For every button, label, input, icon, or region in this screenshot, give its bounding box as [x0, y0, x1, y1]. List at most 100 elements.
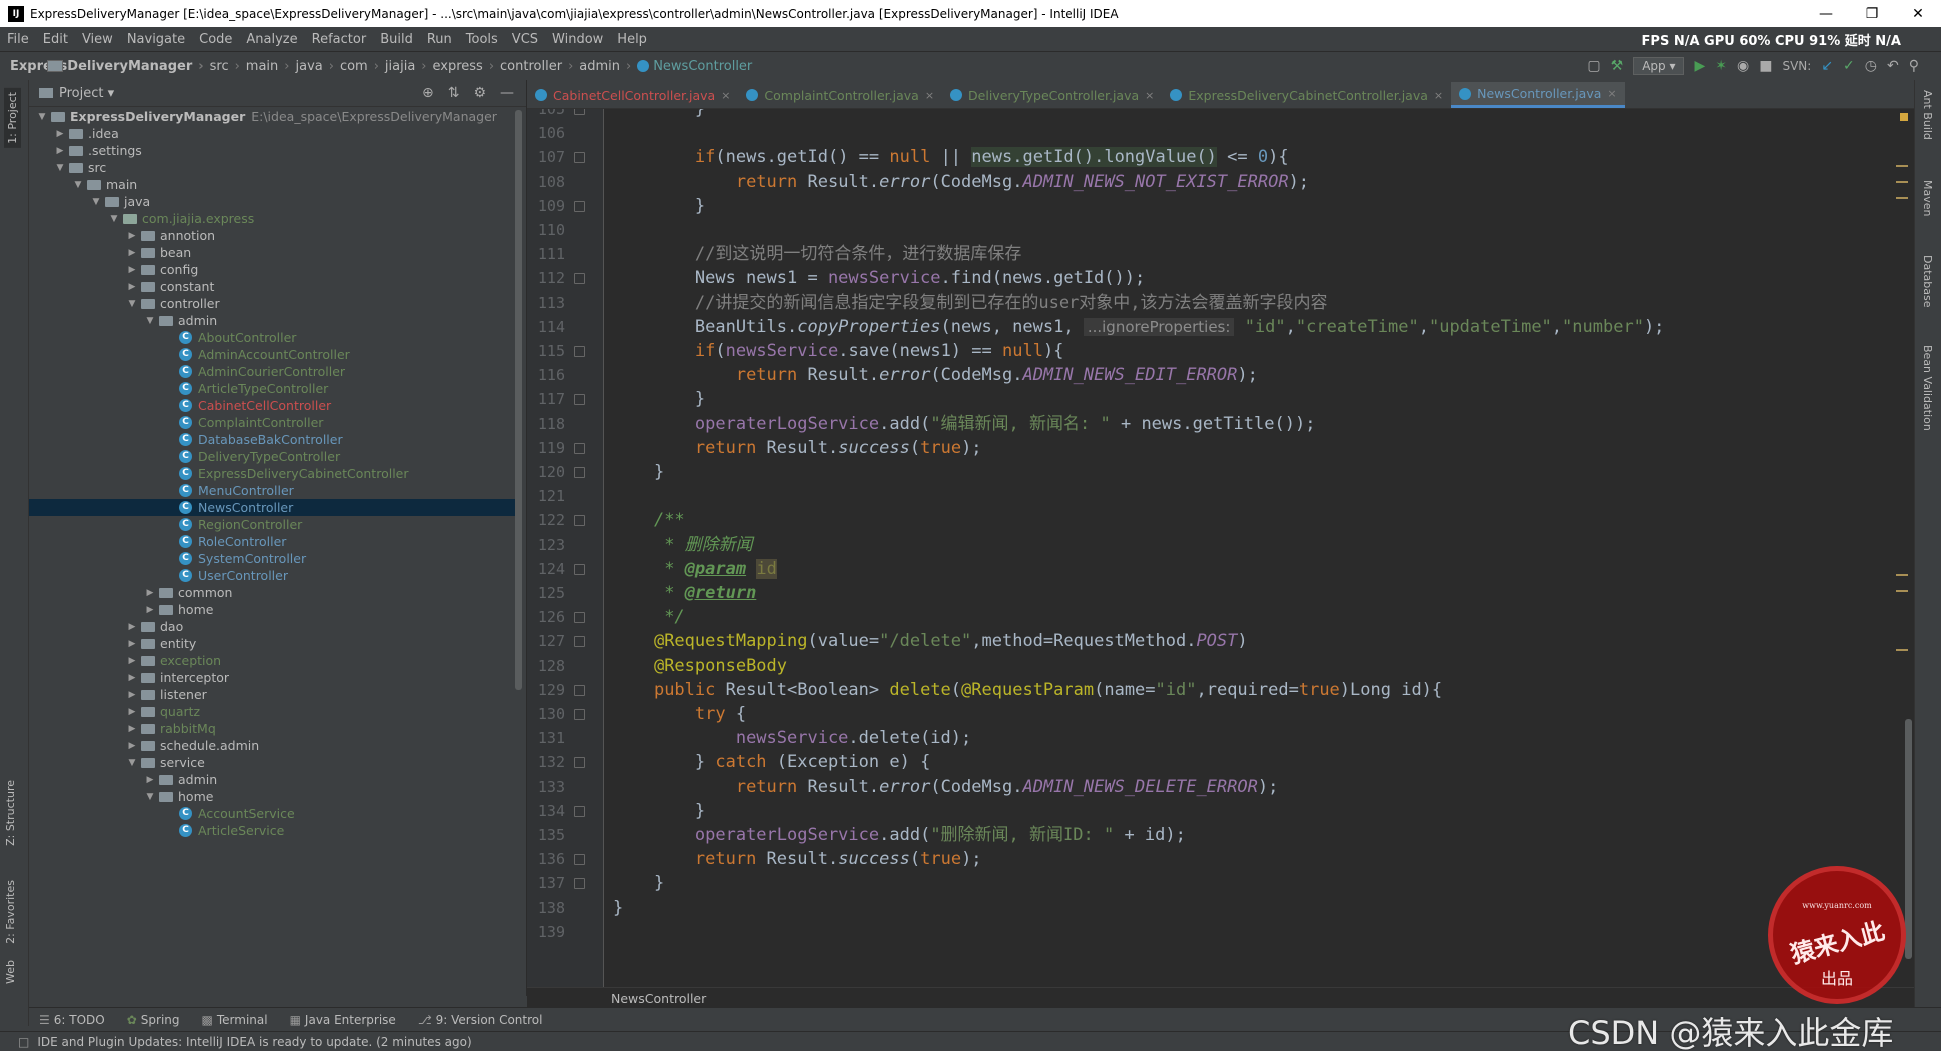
web-tool-tab[interactable]: Web: [4, 960, 17, 984]
run-config-select[interactable]: App ▾: [1633, 57, 1685, 75]
code-line[interactable]: /**: [613, 508, 685, 532]
expanded-arrow-icon[interactable]: ▼: [125, 299, 139, 309]
tree-class-item[interactable]: C DatabaseBakController: [29, 431, 516, 448]
expanded-arrow-icon[interactable]: ▼: [143, 792, 157, 802]
maven-tab[interactable]: Maven: [1921, 180, 1934, 216]
expanded-arrow-icon[interactable]: ▼: [89, 197, 103, 207]
coverage-icon[interactable]: ◉: [1737, 58, 1749, 74]
fold-marker-icon[interactable]: [574, 854, 585, 866]
crumb-src[interactable]: src ›: [47, 59, 240, 74]
code-line[interactable]: return Result.error(CodeMsg.ADMIN_NEWS_N…: [613, 170, 1309, 194]
fold-marker-icon[interactable]: [574, 684, 585, 696]
fold-marker-icon[interactable]: [574, 273, 585, 285]
collapsed-arrow-icon[interactable]: ▶: [125, 231, 139, 241]
error-stripe-mark[interactable]: [1896, 649, 1908, 651]
debug-icon[interactable]: ✶: [1715, 58, 1727, 74]
tree-folder-item[interactable]: ▶ rabbitMq: [29, 720, 516, 737]
fold-marker-icon[interactable]: [574, 394, 585, 406]
editor-tab[interactable]: NewsController.java ×: [1451, 82, 1625, 108]
fold-marker-icon[interactable]: [574, 612, 585, 624]
editor-tab[interactable]: ExpressDeliveryCabinetController.java ×: [1162, 82, 1451, 108]
tree-folder-item[interactable]: ▶ annotion: [29, 227, 516, 244]
minimize-icon[interactable]: —: [1803, 6, 1849, 22]
fold-marker-icon[interactable]: [574, 563, 585, 575]
menu-view[interactable]: View: [75, 32, 120, 47]
tree-class-item[interactable]: C DeliveryTypeController: [29, 448, 516, 465]
error-stripe-mark[interactable]: [1896, 165, 1908, 167]
tree-class-item[interactable]: C ArticleService: [29, 822, 516, 839]
fold-marker-icon[interactable]: [574, 757, 585, 769]
error-stripe-mark[interactable]: [1896, 181, 1908, 183]
svn-update-icon[interactable]: ↙: [1821, 58, 1833, 74]
terminal-tool-tab[interactable]: ▩ Terminal: [202, 1013, 268, 1027]
tree-folder-item[interactable]: ▼ admin: [29, 312, 516, 329]
expanded-arrow-icon[interactable]: ▼: [107, 214, 121, 224]
tree-folder-item[interactable]: ▼ service: [29, 754, 516, 771]
revert-icon[interactable]: ↶: [1887, 58, 1899, 74]
tree-class-item[interactable]: C AccountService: [29, 805, 516, 822]
code-line[interactable]: News news1 = newsService.find(news.getId…: [613, 266, 1145, 290]
code-line[interactable]: }: [613, 109, 705, 121]
collapsed-arrow-icon[interactable]: ▶: [125, 248, 139, 258]
project-scrollbar[interactable]: [515, 110, 522, 690]
editor-scrollbar[interactable]: [1905, 719, 1912, 959]
tree-class-item[interactable]: C ComplaintController: [29, 414, 516, 431]
code-line[interactable]: * @return: [613, 581, 756, 605]
collapsed-arrow-icon[interactable]: ▶: [143, 775, 157, 785]
tree-folder-item[interactable]: ▼ src: [29, 159, 516, 176]
collapse-all-icon[interactable]: ⇅: [448, 85, 460, 101]
code-line[interactable]: }: [613, 194, 705, 218]
crumb-newscontroller[interactable]: NewsController: [637, 59, 752, 74]
fold-marker-icon[interactable]: [574, 346, 585, 357]
crumb-express[interactable]: express ›: [47, 59, 494, 74]
tree-class-item[interactable]: C SystemController: [29, 550, 516, 567]
tree-folder-item[interactable]: ▶ entity: [29, 635, 516, 652]
menu-help[interactable]: Help: [610, 32, 654, 47]
warning-indicator-icon[interactable]: [1900, 113, 1908, 121]
tree-folder-item[interactable]: ▶ schedule.admin: [29, 737, 516, 754]
close-tab-icon[interactable]: ×: [925, 89, 934, 102]
code-line[interactable]: operaterLogService.add("编辑新闻, 新闻名: " + n…: [613, 412, 1316, 436]
tree-class-item[interactable]: C AdminCourierController: [29, 363, 516, 380]
tree-folder-item[interactable]: ▶ listener: [29, 686, 516, 703]
collapsed-arrow-icon[interactable]: ▶: [125, 265, 139, 275]
code-line[interactable]: } catch (Exception e) {: [613, 750, 930, 774]
spring-tool-tab[interactable]: ✿ Spring: [127, 1013, 180, 1027]
expanded-arrow-icon[interactable]: ▼: [35, 112, 49, 122]
code-line[interactable]: }: [613, 896, 623, 920]
tree-folder-item[interactable]: ▶ home: [29, 601, 516, 618]
tree-class-item[interactable]: C MenuController: [29, 482, 516, 499]
expanded-arrow-icon[interactable]: ▼: [71, 180, 85, 190]
toggle-tool-windows-icon[interactable]: □: [18, 1035, 29, 1049]
close-tab-icon[interactable]: ×: [1607, 87, 1616, 100]
tree-class-item[interactable]: C RoleController: [29, 533, 516, 550]
collapsed-arrow-icon[interactable]: ▶: [53, 146, 67, 156]
close-tab-icon[interactable]: ×: [1434, 89, 1443, 102]
tree-folder-item[interactable]: ▶ exception: [29, 652, 516, 669]
tree-folder-item[interactable]: ▶ config: [29, 261, 516, 278]
tree-folder-item[interactable]: ▼ controller: [29, 295, 516, 312]
collapsed-arrow-icon[interactable]: ▶: [125, 724, 139, 734]
fold-marker-icon[interactable]: [574, 442, 585, 454]
menu-navigate[interactable]: Navigate: [120, 32, 192, 47]
crumb-main[interactable]: main ›: [47, 59, 289, 74]
expanded-arrow-icon[interactable]: ▼: [53, 163, 67, 173]
database-tab[interactable]: Database: [1921, 255, 1934, 308]
structure-tool-tab[interactable]: Z: Structure: [4, 780, 17, 846]
code-line[interactable]: @ResponseBody: [613, 654, 787, 678]
hide-icon[interactable]: —: [500, 85, 514, 101]
collapsed-arrow-icon[interactable]: ▶: [143, 605, 157, 615]
favorites-tool-tab[interactable]: 2: Favorites: [4, 880, 17, 944]
code-line[interactable]: }: [613, 871, 664, 895]
menu-refactor[interactable]: Refactor: [305, 32, 374, 47]
code-line[interactable]: return Result.success(true);: [613, 436, 982, 460]
expanded-arrow-icon[interactable]: ▼: [143, 316, 157, 326]
run-icon[interactable]: ▶: [1694, 58, 1705, 74]
crumb-jiajia[interactable]: jiajia ›: [47, 59, 427, 74]
svn-commit-icon[interactable]: ✓: [1843, 58, 1855, 74]
close-icon[interactable]: ✕: [1895, 6, 1941, 22]
history-icon[interactable]: ◷: [1865, 58, 1877, 74]
editor-tab[interactable]: DeliveryTypeController.java ×: [942, 82, 1162, 108]
fold-marker-icon[interactable]: [574, 467, 585, 478]
fold-marker-icon[interactable]: [574, 636, 585, 648]
